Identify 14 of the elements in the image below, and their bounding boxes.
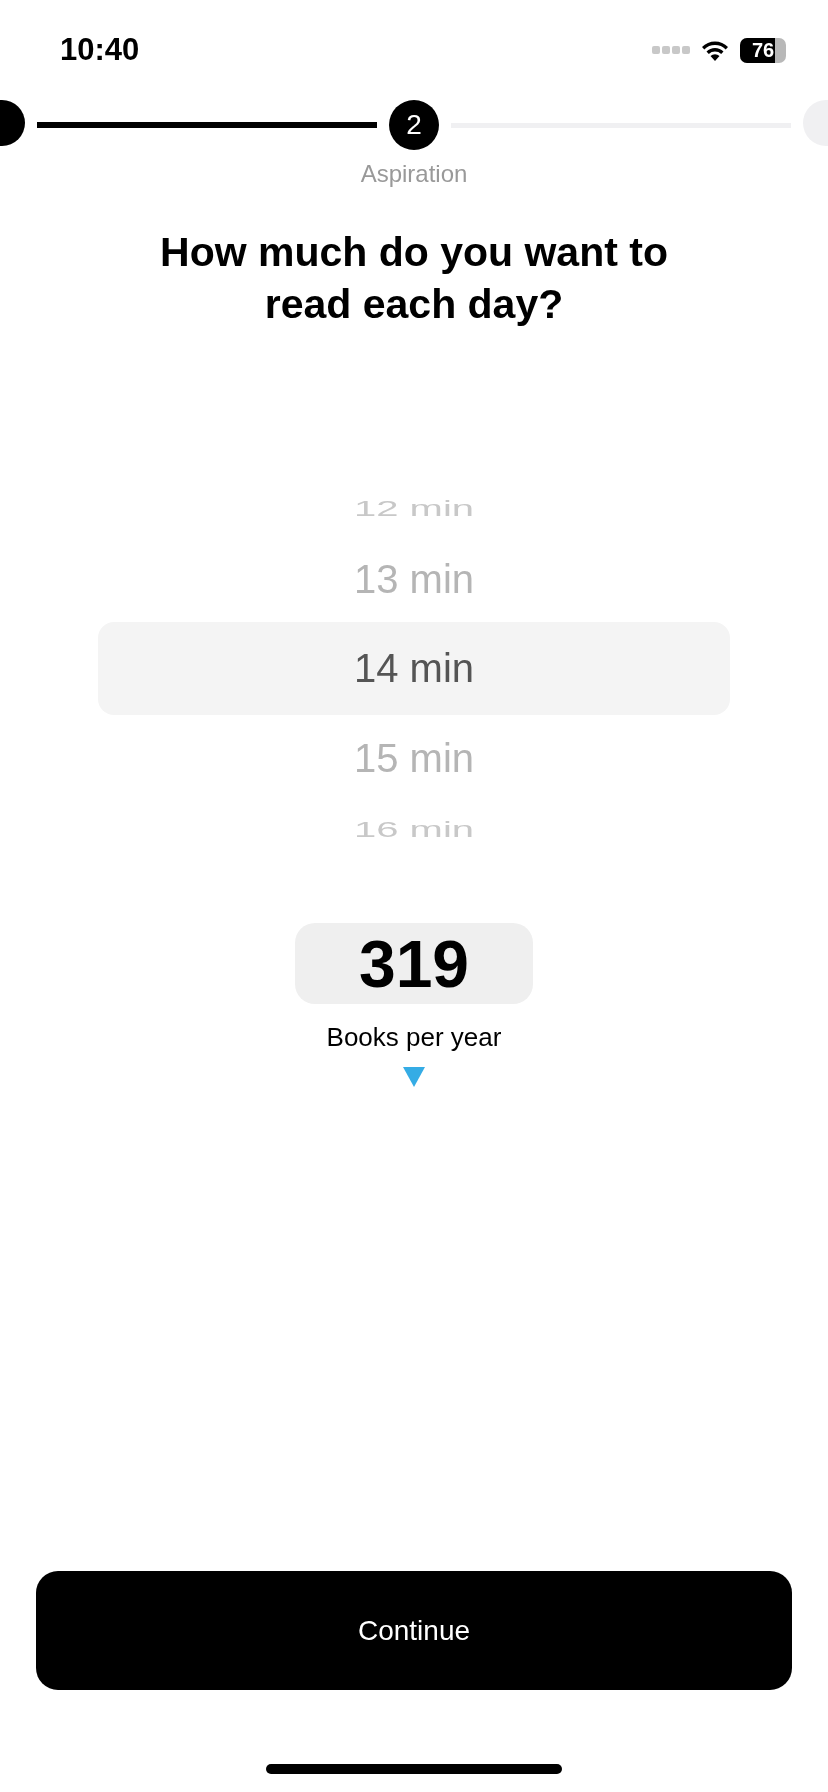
triangle-icon	[403, 1067, 425, 1087]
status-time: 10:40	[60, 32, 140, 68]
picker-option[interactable]: 14 min	[353, 646, 475, 691]
signal-icon	[652, 45, 690, 55]
books-label: Books per year	[326, 1022, 502, 1053]
picker-option[interactable]: 15 min	[353, 735, 475, 781]
picker-option[interactable]: 13 min	[353, 556, 475, 602]
question-title: How much do you want to read each day?	[159, 228, 669, 329]
books-count: 319	[295, 923, 533, 1004]
battery-percent: 76	[751, 38, 775, 62]
wifi-icon	[700, 39, 730, 61]
step-circle: 2	[389, 100, 439, 150]
continue-button[interactable]: Continue	[36, 1571, 792, 1690]
step-caption: Aspiration	[360, 160, 468, 188]
